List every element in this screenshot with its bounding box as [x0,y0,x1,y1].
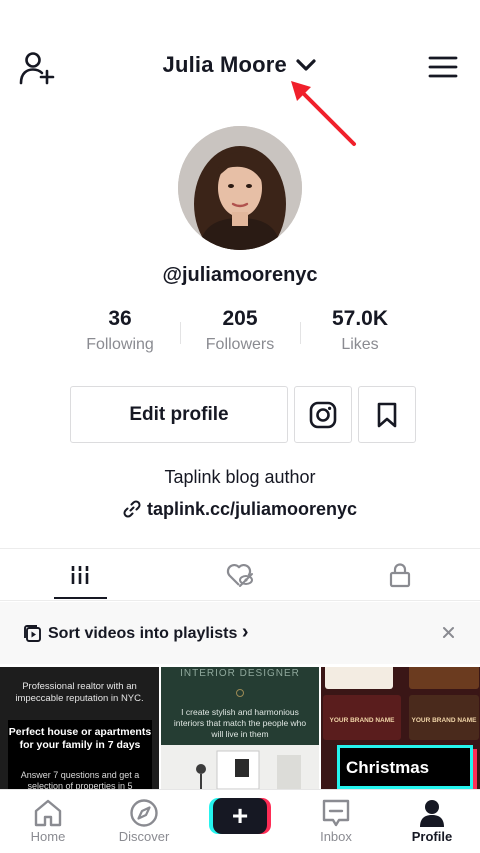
bio-link-text[interactable]: taplink.cc/juliamoorenyc [147,499,357,519]
following-label: Following [86,336,154,353]
video-caption: INTERIOR DESIGNER [180,668,300,679]
video-text: Professional realtor with an impeccable … [15,681,144,704]
username: @juliamoorenyc [162,264,318,286]
video-grid: Professional realtor with an impeccable … [0,667,480,789]
lock-icon [389,563,411,588]
nav-inbox[interactable]: Inbox [288,790,384,853]
video-body-text: Answer 7 questions and get a selection o… [20,770,140,789]
favorites-button[interactable] [358,386,416,443]
following-count: 36 [108,307,132,330]
chevron-right-icon: › [241,621,249,643]
card-title: YOUR BRAND NAME [411,717,477,724]
instagram-icon [309,401,337,428]
playlist-banner[interactable]: Sort videos into playlists › [0,602,480,664]
bio-text: Taplink blog author [164,467,316,487]
card-title: YOUR BRAND NAME [329,717,395,724]
nav-discover[interactable]: Discover [96,790,192,853]
compass-icon [130,799,158,827]
bio-link[interactable]: taplink.cc/juliamoorenyc [0,499,480,520]
red-annotation-arrow-icon [291,81,356,146]
interior-photo [161,745,319,789]
video-thumbnail[interactable]: INTERIOR DESIGNER I create stylish and h… [161,667,319,789]
christmas-overlay: Christmas [337,745,473,789]
instagram-button[interactable] [294,386,352,443]
profile-icon [420,800,444,827]
grid-icon [70,566,90,584]
video-thumbnail[interactable]: Professional realtor with an impeccable … [0,667,159,789]
video-text: I create stylish and harmonious interior… [173,707,307,739]
nav-home-label: Home [30,829,66,844]
likes-stat[interactable]: 57.0K Likes [300,306,420,362]
active-tab-indicator [54,597,107,599]
hamburger-menu-icon[interactable] [428,55,458,79]
tab-liked[interactable] [210,549,270,601]
avatar-photo [178,126,302,250]
video-card: Perfect house or apartments for your fam… [8,720,152,789]
chevron-down-icon[interactable] [295,57,317,73]
create-button[interactable]: + [209,798,271,834]
playlist-icon [24,625,41,642]
inbox-icon [322,799,350,827]
playlist-label[interactable]: Sort videos into playlists › [48,621,249,643]
tab-videos[interactable] [50,549,110,601]
nav-home[interactable]: Home [0,790,96,853]
account-switcher[interactable]: Julia Moore [0,52,480,78]
followers-count: 205 [222,307,258,330]
nav-inbox-label: Inbox [320,829,352,844]
profile-stats: 36 Following 205 Followers 57.0K Likes [60,306,420,362]
followers-label: Followers [205,336,275,353]
overlay-text: Christmas [346,758,430,777]
nav-profile[interactable]: Profile [384,790,480,853]
nav-discover-label: Discover [118,829,170,844]
following-stat[interactable]: 36 Following [60,306,180,362]
profile-tabs [0,549,480,601]
video-thumbnail[interactable]: YOUR BRAND NAME YOUR BRAND NAME Christma… [321,667,480,789]
likes-count: 57.0K [331,307,389,330]
video-headline: Perfect house or apartments for your fam… [8,726,152,751]
template-card: YOUR BRAND NAME [409,695,479,740]
edit-profile-button[interactable]: Edit profile [70,386,288,443]
close-icon[interactable] [442,626,455,639]
profile-header: Julia Moore [0,0,480,146]
interior-image [161,745,319,789]
likes-label: Likes [341,336,379,353]
image-strip [409,667,479,689]
decorative-ring [236,689,244,697]
image-strip [325,667,393,689]
template-card: YOUR BRAND NAME [323,695,401,740]
bottom-nav: Home Discover + Inbox Profile [0,789,480,853]
nav-profile-label: Profile [411,829,453,844]
page-title[interactable]: Julia Moore [163,52,287,78]
plus-icon: + [213,798,267,834]
bookmark-icon [377,402,397,427]
liked-heart-hidden-icon [226,563,253,587]
tab-private[interactable] [370,549,430,601]
home-icon [34,799,62,827]
avatar[interactable] [178,126,302,250]
followers-stat[interactable]: 205 Followers [180,306,300,362]
link-icon [123,500,141,518]
